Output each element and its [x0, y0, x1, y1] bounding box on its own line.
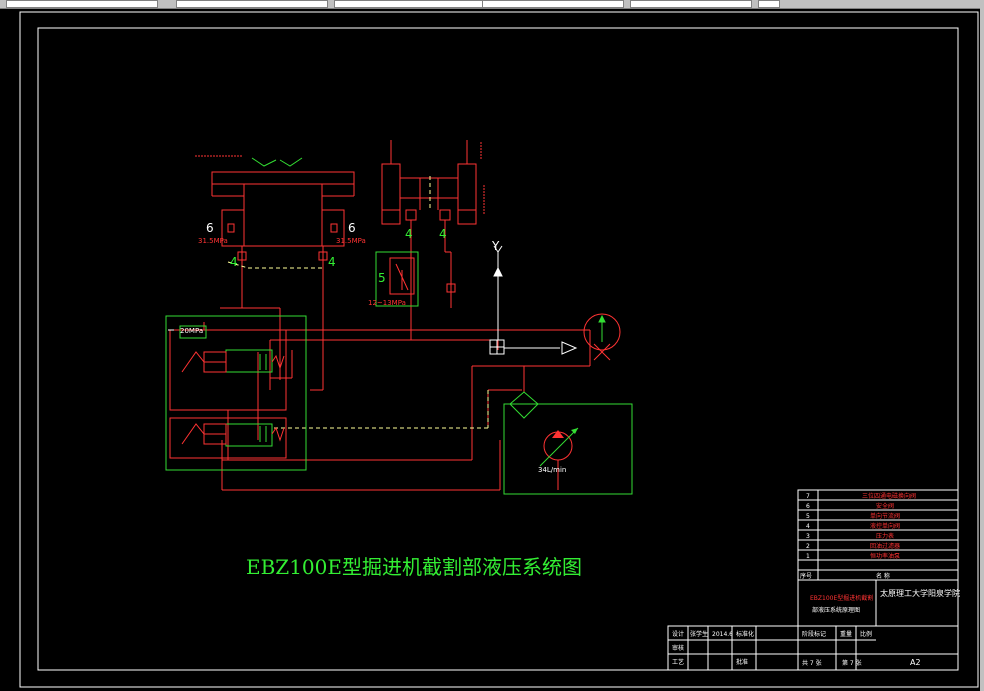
- part-no-2: 2: [806, 543, 810, 550]
- parts-header-name: 名 称: [876, 572, 890, 580]
- return-lines: [227, 176, 489, 429]
- valve-bottom-box: [225, 423, 273, 447]
- cad-drawing-canvas[interactable]: 6 6 31.5MPa 31.5MPa 4 4 4 4 5 12~13MPa 2…: [0, 0, 984, 691]
- label-relief-pressure: 12~13MPa: [368, 299, 406, 307]
- design-date: 2014.6: [712, 631, 733, 638]
- part-no-1: 1: [806, 553, 810, 560]
- sheet-no: 第 7 张: [842, 659, 862, 667]
- sign-row-design: 设计: [672, 630, 684, 638]
- stage-label: 阶段标记: [802, 630, 826, 638]
- drawing-title: EBZ100E型掘进机截割部液压系统图: [246, 555, 582, 579]
- weight-label: 重量: [840, 630, 852, 638]
- sign-row-review: 审核: [672, 644, 684, 652]
- standardization: 标准化: [736, 630, 754, 638]
- parts-header-no: 序号: [800, 572, 812, 580]
- valve-block-boundary: [165, 315, 307, 471]
- drawing-name-line1: EBZ100E型掘进机截割: [810, 594, 873, 602]
- label-top-check-left: 4: [405, 227, 413, 241]
- check-valve-top-right: [439, 209, 451, 221]
- label-control-pressure: 20MPa: [180, 327, 203, 335]
- label-exhaust-mark: Y: [491, 239, 500, 253]
- directional-valve-symbols: [181, 351, 285, 445]
- part-name-3: 压力表: [876, 532, 894, 540]
- scale-label: 比例: [860, 630, 872, 638]
- label-check-left: 4: [230, 255, 238, 269]
- outer-frame: [19, 11, 979, 688]
- part-name-4: 液控单向阀: [870, 522, 900, 530]
- approve: 批准: [736, 658, 748, 666]
- school-name: 太原理工大学阳泉学院: [880, 588, 960, 598]
- part-name-5: 单向节流阀: [870, 512, 900, 520]
- label-valve-right-no: 6: [348, 221, 356, 235]
- part-name-2: 回油过滤器: [870, 542, 900, 550]
- pump-symbol: [539, 427, 579, 490]
- valve-top-box: [225, 349, 273, 373]
- label-check-right: 4: [328, 255, 336, 269]
- label-valve-left-no: 6: [206, 221, 214, 235]
- check-valve-top-left: [405, 209, 417, 221]
- label-pressure-right: 31.5MPa: [336, 237, 366, 245]
- part-no-3: 3: [806, 533, 810, 540]
- part-name-1: 恒功率油泵: [870, 552, 900, 560]
- label-top-check-right: 4: [439, 227, 447, 241]
- part-no-7: 7: [806, 493, 810, 500]
- part-name-6: 安全阀: [876, 502, 894, 510]
- designer: 张学生: [690, 630, 708, 638]
- title-block: [667, 489, 959, 671]
- sheet-size: A2: [910, 658, 921, 667]
- part-no-5: 5: [806, 513, 810, 520]
- sign-row-process: 工艺: [672, 658, 684, 666]
- part-no-4: 4: [806, 523, 810, 530]
- sheets-total: 共 7 张: [802, 659, 822, 667]
- label-pressure-left: 31.5MPa: [198, 237, 228, 245]
- part-name-7: 三位四通电磁换向阀: [862, 492, 916, 500]
- label-pump-flow: 34L/min: [538, 466, 566, 474]
- part-no-6: 6: [806, 503, 810, 510]
- label-relief-no: 5: [378, 271, 386, 285]
- cylinder-top-left: [211, 171, 355, 185]
- diagram-labels: 6 6 31.5MPa 31.5MPa 4 4 4 4 5 12~13MPa 2…: [180, 221, 582, 579]
- drawing-name-line2: 部液压系统原理图: [812, 606, 860, 614]
